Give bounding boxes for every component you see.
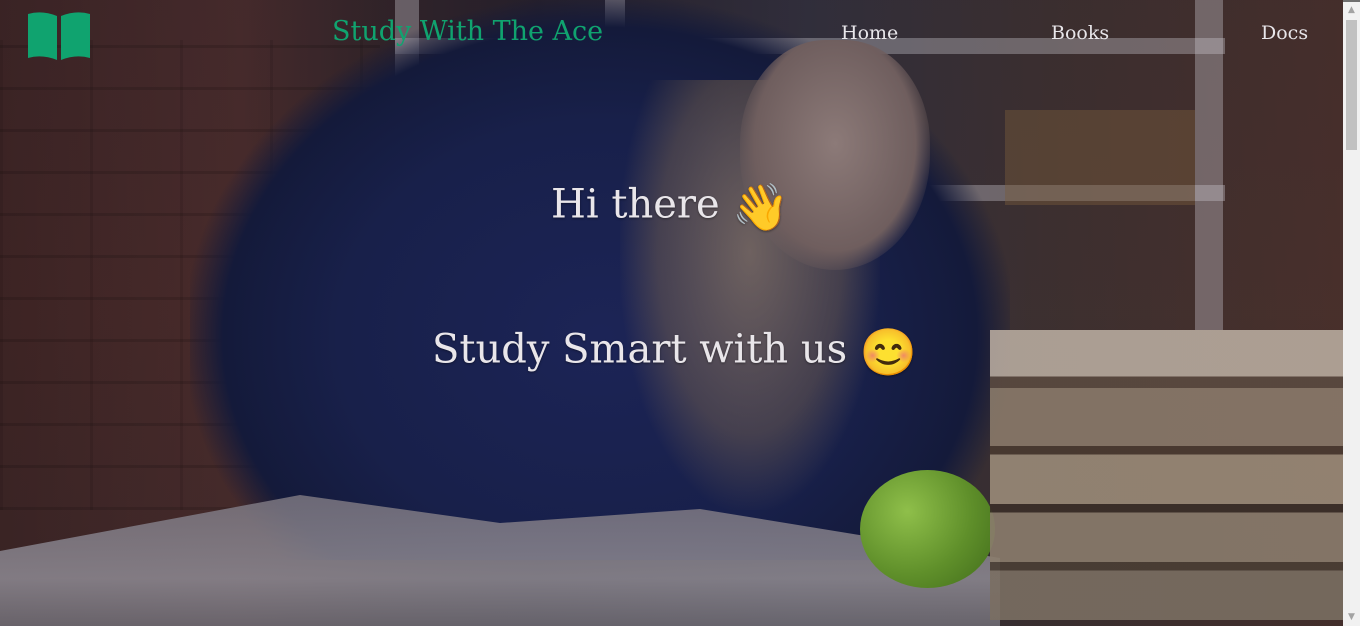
scroll-up-icon[interactable]: ▲: [1343, 2, 1360, 19]
scrollbar-thumb[interactable]: [1346, 20, 1357, 150]
student-face: [740, 40, 930, 270]
hero-background-image: [0, 0, 1343, 626]
green-apple: [860, 470, 995, 588]
scroll-down-icon[interactable]: ▼: [1343, 609, 1360, 626]
book-stack: [990, 330, 1343, 620]
open-book-icon[interactable]: [26, 10, 92, 62]
hero-tagline-text: Study Smart with us: [432, 326, 848, 373]
hero-greeting: Hi there 👋: [551, 180, 790, 235]
smiling-face-icon: 😊: [859, 325, 918, 379]
nav-link-books[interactable]: Books: [1051, 22, 1109, 44]
nav-link-home[interactable]: Home: [841, 22, 898, 44]
hero-greeting-text: Hi there: [551, 181, 720, 228]
nav-link-docs[interactable]: Docs: [1261, 22, 1308, 44]
shelf-books: [1005, 110, 1195, 205]
hero-tagline: Study Smart with us 😊: [432, 325, 917, 380]
waving-hand-icon: 👋: [732, 180, 790, 234]
page: Study With The Ace Home Books Docs Hi th…: [0, 0, 1360, 626]
brand-title[interactable]: Study With The Ace: [332, 16, 603, 47]
navbar: Study With The Ace Home Books Docs: [0, 2, 1343, 66]
vertical-scrollbar[interactable]: ▲ ▼: [1343, 2, 1360, 626]
